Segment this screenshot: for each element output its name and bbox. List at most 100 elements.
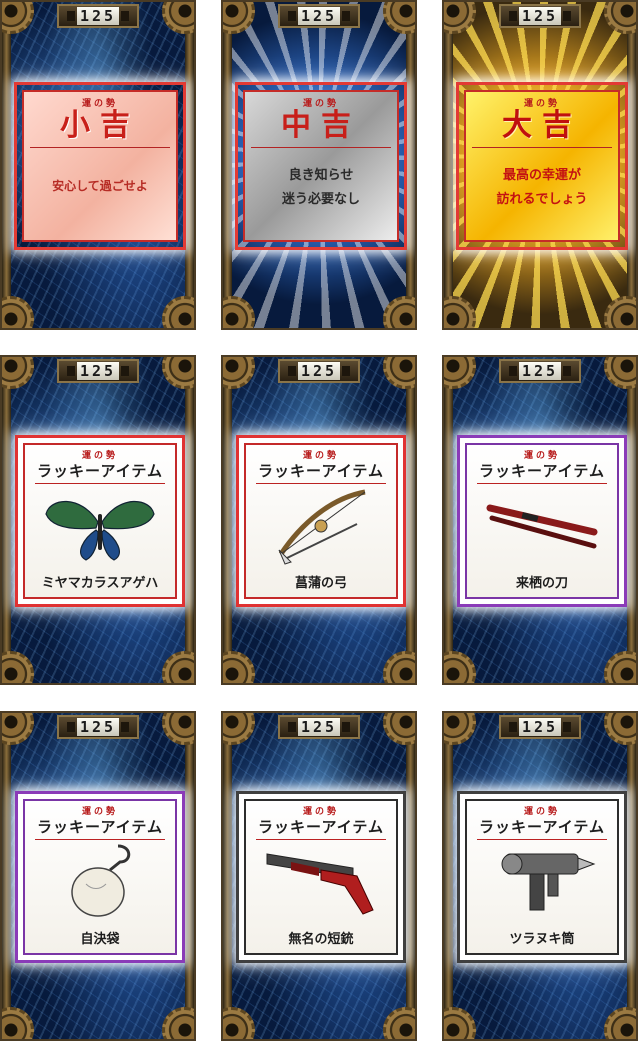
gear-icon: [223, 296, 255, 328]
gear-icon: [383, 651, 415, 683]
item-title: ラッキーアイテム: [479, 818, 605, 836]
item-card-bow[interactable]: 125 運の勢 ラッキーアイテム 菖蒲の弓: [221, 355, 417, 685]
hook-bag-icon: [25, 840, 175, 926]
gear-icon: [223, 2, 255, 34]
gear-icon: [162, 713, 194, 745]
fortune-tag: 運の勢: [523, 99, 560, 109]
fortune-rank: 大吉: [502, 108, 582, 143]
item-title: ラッキーアイテム: [479, 462, 605, 480]
fortune-message-line: 訪れるでしょう: [496, 192, 588, 207]
fortune-rank: 中吉: [281, 108, 361, 143]
gear-icon: [162, 651, 194, 683]
fortune-tag: 運の勢: [81, 807, 118, 817]
counter: 125: [278, 359, 360, 383]
gear-icon: [604, 357, 636, 389]
item-card-sword[interactable]: 125 運の勢 ラッキーアイテム 来栖の刀: [442, 355, 638, 685]
gear-icon: [444, 296, 476, 328]
gear-icon: [604, 296, 636, 328]
gear-icon: [2, 357, 34, 389]
item-panel: 運の勢 ラッキーアイテム 来栖の刀: [457, 435, 627, 607]
item-name: 無名の短銃: [288, 932, 354, 947]
gear-icon: [383, 713, 415, 745]
item-panel: 運の勢 ラッキーアイテム 無名の短銃: [236, 791, 406, 963]
gear-icon: [223, 1007, 255, 1039]
item-name: ミヤマカラスアゲハ: [41, 576, 159, 591]
counter: 125: [57, 4, 139, 28]
item-card-blaster[interactable]: 125 運の勢 ラッキーアイテム ツラヌキ筒: [442, 711, 638, 1041]
gear-icon: [223, 713, 255, 745]
item-panel: 運の勢 ラッキーアイテム ミヤマカラスアゲハ: [15, 435, 185, 607]
item-title: ラッキーアイテム: [258, 818, 384, 836]
counter-value: 125: [518, 718, 562, 736]
counter: 125: [499, 715, 581, 739]
fortune-tag: 運の勢: [302, 99, 339, 109]
fortune-rank: 小吉: [60, 108, 140, 143]
gear-icon: [444, 651, 476, 683]
item-name: 菖蒲の弓: [294, 576, 347, 591]
item-name: 自決袋: [80, 932, 120, 947]
fortune-message-line: 良き知らせ: [288, 168, 354, 183]
counter: 125: [499, 359, 581, 383]
gear-icon: [223, 357, 255, 389]
gear-icon: [604, 1007, 636, 1039]
frame-right: [185, 2, 194, 328]
item-card-bag[interactable]: 125 運の勢 ラッキーアイテム 自決袋: [0, 711, 196, 1041]
item-panel: 運の勢 ラッキーアイテム ツラヌキ筒: [457, 791, 627, 963]
fortune-card-shokichi[interactable]: 125 運の勢 小吉 安心して過ごせよ: [0, 0, 196, 330]
fortune-message-line: 安心して過ごせよ: [52, 179, 148, 193]
gear-icon: [2, 296, 34, 328]
gear-icon: [2, 2, 34, 34]
counter-value: 125: [297, 7, 341, 25]
katana-icon: [467, 484, 617, 570]
counter-value: 125: [76, 7, 120, 25]
item-panel: 運の勢 ラッキーアイテム 自決袋: [15, 791, 185, 963]
fortune-tag: 運の勢: [302, 451, 339, 461]
fortune-tag: 運の勢: [302, 807, 339, 817]
gear-icon: [223, 651, 255, 683]
gear-icon: [2, 713, 34, 745]
item-name: ツラヌキ筒: [509, 932, 575, 947]
gear-icon: [604, 713, 636, 745]
item-name: 来栖の刀: [515, 576, 568, 591]
gear-icon: [444, 2, 476, 34]
gear-icon: [162, 1007, 194, 1039]
blaster-icon: [467, 840, 617, 926]
gear-icon: [444, 713, 476, 745]
fortune-message-line: 最高の幸運が: [502, 168, 581, 183]
gear-icon: [2, 1007, 34, 1039]
gear-icon: [383, 1007, 415, 1039]
counter: 125: [57, 715, 139, 739]
counter: 125: [278, 715, 360, 739]
counter-value: 125: [76, 718, 120, 736]
counter-value: 125: [297, 362, 341, 380]
fortune-tag: 運の勢: [81, 99, 118, 109]
gear-icon: [2, 651, 34, 683]
gear-icon: [604, 2, 636, 34]
gear-icon: [162, 296, 194, 328]
counter-value: 125: [76, 362, 120, 380]
item-card-shotgun[interactable]: 125 運の勢 ラッキーアイテム 無名の短銃: [221, 711, 417, 1041]
gear-icon: [444, 1007, 476, 1039]
counter-value: 125: [297, 718, 341, 736]
gear-icon: [162, 357, 194, 389]
fortune-message-line: 迷う必要なし: [281, 192, 360, 207]
fortune-tag: 運の勢: [523, 807, 560, 817]
butterfly-icon: [25, 484, 175, 570]
fortune-panel: 運の勢 中吉 良き知らせ 迷う必要なし: [235, 82, 407, 250]
gear-icon: [162, 2, 194, 34]
gear-icon: [383, 357, 415, 389]
counter: 125: [57, 359, 139, 383]
item-panel: 運の勢 ラッキーアイテム 菖蒲の弓: [236, 435, 406, 607]
counter: 125: [278, 4, 360, 28]
gear-icon: [444, 357, 476, 389]
bow-icon: [246, 484, 396, 570]
fortune-card-daikichi[interactable]: 125 運の勢 大吉 最高の幸運が 訪れるでしょう: [442, 0, 638, 330]
fortune-tag: 運の勢: [81, 451, 118, 461]
item-card-butterfly[interactable]: 125 運の勢 ラッキーアイテム ミヤマカラスアゲハ: [0, 355, 196, 685]
counter-value: 125: [518, 362, 562, 380]
fortune-card-chukichi[interactable]: 125 運の勢 中吉 良き知らせ 迷う必要なし: [221, 0, 417, 330]
fortune-panel: 運の勢 小吉 安心して過ごせよ: [14, 82, 186, 250]
counter: 125: [499, 4, 581, 28]
item-title: ラッキーアイテム: [258, 462, 384, 480]
gear-icon: [604, 651, 636, 683]
